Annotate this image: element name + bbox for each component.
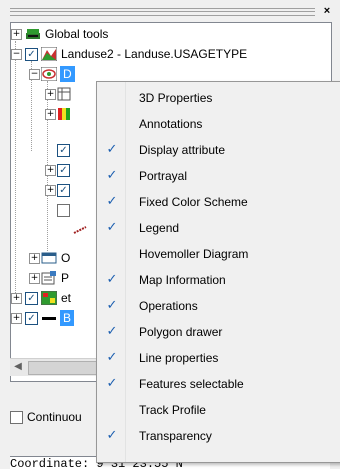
menu-item-label: 3D Properties [139, 91, 213, 105]
layer-visible-checkbox[interactable]: ✓ [25, 48, 38, 61]
checkmark-icon: ✓ [106, 168, 118, 183]
tree-label: P [61, 271, 70, 285]
tree-row-global-tools[interactable]: + Global tools [11, 25, 311, 43]
plus-icon[interactable]: + [29, 253, 40, 264]
menu-item-label: Line properties [139, 351, 219, 365]
tree-label: Landuse2 - Landuse.USAGETYPE [61, 47, 248, 61]
plus-icon[interactable]: + [29, 273, 40, 284]
tree-row-display[interactable]: − D [11, 65, 101, 83]
menu-item-label: Transparency [139, 429, 212, 443]
layer-visible-checkbox[interactable]: ✓ [25, 312, 38, 325]
menu-item[interactable]: ✓ Transparency [97, 423, 340, 449]
eye-icon [41, 67, 57, 81]
menu-item[interactable]: Annotations [97, 111, 340, 137]
plus-icon[interactable]: + [45, 165, 56, 176]
tree-row-o[interactable]: + O [11, 249, 101, 267]
horizontal-scrollbar[interactable]: ◀ [10, 358, 110, 376]
menu-item-label: Operations [139, 299, 198, 313]
tree-row-child[interactable]: + [11, 85, 101, 103]
menu-item[interactable]: ✓ Display attribute [97, 137, 340, 163]
menu-item-label: Hovemoller Diagram [139, 247, 249, 261]
tree-row-child[interactable]: + [11, 105, 101, 123]
menu-item[interactable]: ✓ Map Information [97, 267, 340, 293]
tree-row-et[interactable]: + ✓ et [11, 289, 101, 307]
menu-item[interactable]: ✓ Features selectable [97, 371, 340, 397]
plus-icon[interactable]: + [45, 185, 56, 196]
scroll-thumb[interactable] [28, 361, 100, 375]
color-scheme-icon [58, 108, 70, 120]
landuse-layer-icon [41, 47, 57, 61]
tree-label: et [61, 291, 72, 305]
line-style-icon [73, 226, 87, 234]
menu-item-label: Polygon drawer [139, 325, 223, 339]
layer-visible-checkbox[interactable]: ✓ [25, 292, 38, 305]
child-checkbox[interactable]: ✓ [57, 184, 70, 197]
menu-item[interactable]: Hovemoller Diagram [97, 241, 340, 267]
line-layer-icon [42, 317, 56, 320]
menu-item-label: Fixed Color Scheme [139, 195, 248, 209]
checkmark-icon: ✓ [106, 376, 118, 391]
table-icon [57, 87, 71, 101]
checkmark-icon: ✓ [106, 272, 118, 287]
tree-row-child[interactable] [11, 201, 101, 219]
raster-layer-icon [41, 291, 57, 305]
minus-icon[interactable]: − [11, 49, 22, 60]
plus-icon[interactable]: + [11, 293, 22, 304]
checkmark-icon: ✓ [106, 194, 118, 209]
menu-item[interactable]: ✓ Fixed Color Scheme [97, 189, 340, 215]
context-menu: 3D Properties Annotations ✓ Display attribu… [96, 81, 340, 463]
menu-item[interactable]: 3D Properties [97, 85, 340, 111]
properties-icon [41, 271, 56, 285]
menu-item-label: Annotations [139, 117, 203, 131]
checkmark-icon: ✓ [106, 350, 118, 365]
checkmark-icon: ✓ [106, 324, 118, 339]
plus-icon[interactable]: + [11, 313, 22, 324]
child-checkbox[interactable]: ✓ [57, 144, 70, 157]
panel-titlebar: × [0, 0, 340, 22]
checkmark-icon: ✓ [106, 220, 118, 235]
panel-grip[interactable] [10, 8, 315, 16]
menu-item[interactable]: Track Profile [97, 397, 340, 423]
tree-row-child[interactable]: ✓ [11, 141, 101, 159]
menu-item[interactable]: ✓ Operations [97, 293, 340, 319]
tree-label-selected: D [60, 66, 75, 82]
plus-icon[interactable]: + [11, 29, 22, 40]
tree-label: Global tools [45, 27, 109, 41]
tree-row-child[interactable]: + ✓ [11, 161, 101, 179]
menu-item-label: Map Information [139, 273, 226, 287]
plus-icon[interactable]: + [45, 109, 56, 120]
tree-row-landuse[interactable]: − ✓ Landuse2 - Landuse.USAGETYPE [11, 45, 321, 63]
child-checkbox[interactable] [57, 204, 70, 217]
menu-item[interactable]: ✓ Portrayal [97, 163, 340, 189]
checkmark-icon: ✓ [106, 298, 118, 313]
checkmark-icon: ✓ [106, 428, 118, 443]
tree-row-child[interactable]: + ✓ [11, 181, 101, 199]
tree-row-b[interactable]: + ✓ B [11, 309, 101, 327]
menu-item[interactable]: ✓ Line properties [97, 345, 340, 371]
child-checkbox[interactable]: ✓ [57, 164, 70, 177]
tree-row-p[interactable]: + P [11, 269, 101, 287]
menu-item-label: Portrayal [139, 169, 188, 183]
menu-item[interactable]: ✓ Legend [97, 215, 340, 241]
tree-label: O [61, 251, 71, 265]
menu-item-label: Legend [139, 221, 180, 235]
continuous-label: Continuou [27, 410, 82, 424]
menu-item[interactable]: ✓ Polygon drawer [97, 319, 340, 345]
menu-item-label: Display attribute [139, 143, 226, 157]
menu-item-label: Track Profile [139, 403, 206, 417]
continuous-checkbox[interactable] [10, 411, 23, 424]
menu-item-label: Features selectable [139, 377, 244, 391]
window-icon [41, 252, 57, 264]
scroll-left-icon[interactable]: ◀ [12, 361, 24, 373]
checkmark-icon: ✓ [106, 142, 118, 157]
global-tools-icon [26, 29, 40, 39]
tree-row-child[interactable] [11, 221, 101, 239]
plus-icon[interactable]: + [45, 89, 56, 100]
close-button[interactable]: × [318, 4, 336, 18]
tree-label-selected: B [60, 310, 75, 326]
minus-icon[interactable]: − [29, 69, 40, 80]
